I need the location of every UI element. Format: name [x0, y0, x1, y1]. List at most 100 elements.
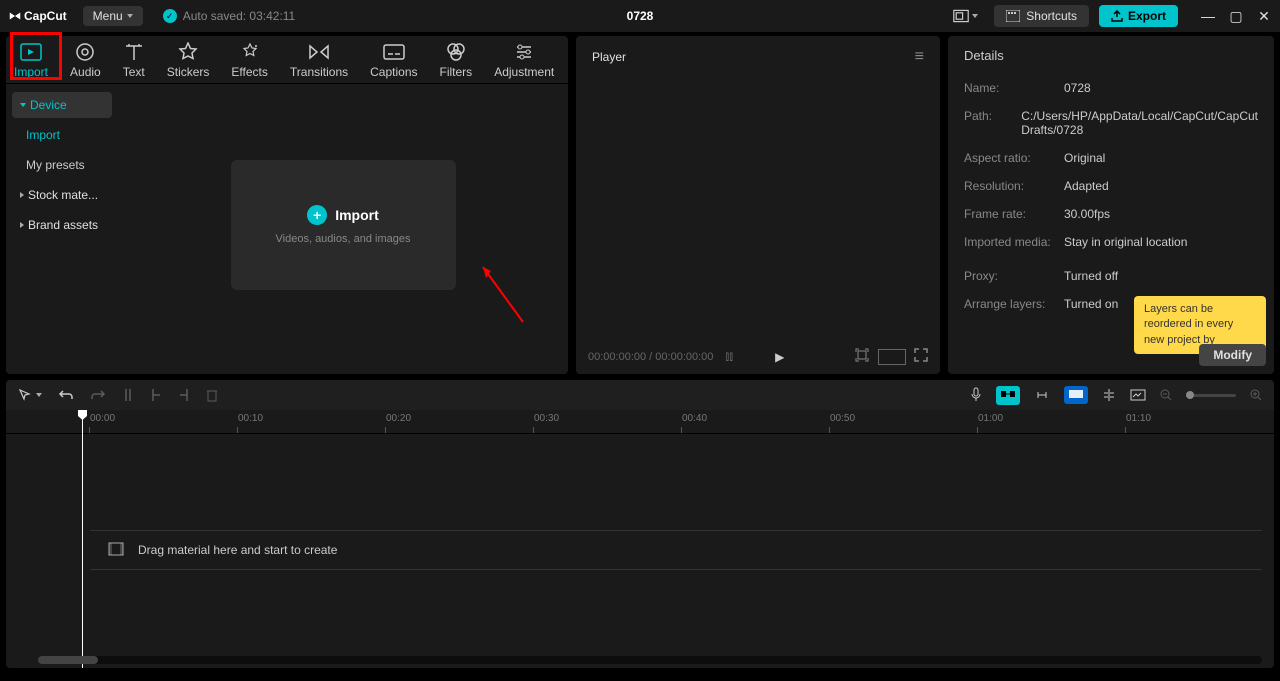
tab-label: Stickers [167, 65, 210, 79]
selection-tool[interactable] [18, 388, 42, 402]
aspect-ratio-button[interactable] [947, 6, 984, 26]
main-track[interactable]: Drag material here and start to create [90, 530, 1262, 570]
detail-label: Arrange layers: [964, 297, 1064, 311]
sidebar-label: Stock mate... [28, 188, 98, 202]
trim-left-button[interactable] [150, 388, 162, 402]
import-title: Import [335, 207, 379, 223]
app-name: CapCut [24, 9, 67, 23]
tab-captions[interactable]: Captions [370, 41, 417, 79]
minimize-button[interactable]: — [1200, 8, 1216, 25]
shortcuts-label: Shortcuts [1026, 9, 1077, 23]
keyboard-icon [1006, 10, 1020, 22]
detail-value: Original [1064, 151, 1258, 165]
modify-button[interactable]: Modify [1199, 344, 1266, 366]
tab-label: Effects [231, 65, 267, 79]
shortcuts-button[interactable]: Shortcuts [994, 5, 1089, 27]
scrollbar-thumb[interactable] [38, 656, 98, 664]
tab-adjustment[interactable]: Adjustment [494, 41, 554, 79]
tab-audio[interactable]: Audio [70, 41, 101, 79]
app-logo: CapCut [8, 9, 67, 23]
close-button[interactable]: ✕ [1256, 8, 1272, 25]
playhead[interactable] [82, 410, 83, 668]
chevron-down-icon [972, 14, 978, 18]
maximize-button[interactable]: ▢ [1228, 8, 1244, 25]
media-panel: Import Audio Text Stickers Effects Trans… [6, 36, 568, 374]
ruler-tick: 00:20 [386, 413, 411, 424]
cover-button[interactable] [1130, 389, 1146, 401]
import-dropzone[interactable]: + Import Videos, audios, and images [231, 160, 456, 290]
details-title: Details [964, 48, 1258, 63]
chevron-right-icon [20, 192, 24, 198]
player-panel: Player ≡ 00:00:00:00 / 00:00:00:00 ⫾⫾ ▶ [576, 36, 940, 374]
tab-effects[interactable]: Effects [231, 41, 267, 79]
snap-toggle[interactable] [996, 386, 1020, 405]
detail-value: Adapted [1064, 179, 1258, 193]
player-menu-icon[interactable]: ≡ [915, 48, 924, 66]
detail-label: Frame rate: [964, 207, 1064, 221]
scale-icon[interactable] [854, 347, 870, 366]
export-button[interactable]: Export [1099, 5, 1178, 27]
sidebar-item-stock[interactable]: Stock mate... [12, 182, 112, 208]
ruler-tick: 01:10 [1126, 413, 1151, 424]
fullscreen-icon[interactable] [914, 348, 928, 365]
ruler-tick: 00:00 [90, 413, 115, 424]
menu-button[interactable]: Menu [83, 6, 143, 26]
effects-icon [240, 41, 260, 63]
ruler-tick: 00:10 [238, 413, 263, 424]
delete-button[interactable] [206, 388, 218, 402]
detail-value: 30.00fps [1064, 207, 1258, 221]
sidebar-item-presets[interactable]: My presets [12, 152, 112, 178]
annotation-arrow [473, 262, 533, 332]
timeline-scrollbar[interactable] [38, 656, 1262, 664]
chevron-right-icon [20, 222, 24, 228]
tab-text[interactable]: Text [123, 41, 145, 79]
detail-value: 0728 [1064, 81, 1258, 95]
tab-stickers[interactable]: Stickers [167, 41, 210, 79]
sidebar-item-device[interactable]: Device [12, 92, 112, 118]
zoom-in-button[interactable] [1250, 389, 1262, 401]
timeline[interactable]: 00:00 00:10 00:20 00:30 00:40 00:50 01:0… [6, 410, 1274, 668]
zoom-slider[interactable] [1186, 394, 1236, 397]
trim-right-button[interactable] [178, 388, 190, 402]
sidebar-item-import[interactable]: Import [12, 122, 112, 148]
align-toggle[interactable] [1102, 388, 1116, 402]
mic-button[interactable] [970, 387, 982, 403]
project-title[interactable]: 0728 [627, 9, 654, 23]
detail-label: Name: [964, 81, 1064, 95]
audio-wave-icon[interactable]: ⫾⫾ [725, 349, 733, 364]
sidebar-label: Brand assets [28, 218, 98, 232]
sidebar-item-brand[interactable]: Brand assets [12, 212, 112, 238]
zoom-out-button[interactable] [1160, 389, 1172, 401]
detail-label: Resolution: [964, 179, 1064, 193]
ruler-tick: 00:40 [682, 413, 707, 424]
tab-filters[interactable]: Filters [440, 41, 473, 79]
undo-button[interactable] [58, 388, 74, 402]
player-title: Player [592, 50, 626, 64]
menu-label: Menu [93, 9, 123, 23]
tab-transitions[interactable]: Transitions [290, 41, 348, 79]
tab-label: Text [123, 65, 145, 79]
tab-label: Audio [70, 65, 101, 79]
video-track-icon [108, 542, 124, 559]
play-button[interactable]: ▶ [775, 350, 784, 364]
stickers-icon [178, 41, 198, 63]
adjustment-icon [514, 41, 534, 63]
detail-value: Turned off [1064, 269, 1258, 283]
import-icon [20, 41, 42, 63]
import-subtitle: Videos, audios, and images [276, 233, 411, 245]
aspect-icon [953, 9, 969, 23]
detail-label: Imported media: [964, 235, 1064, 249]
timecode: 00:00:00:00 / 00:00:00:00 [588, 351, 713, 363]
split-button[interactable] [122, 388, 134, 402]
preview-toggle[interactable] [1064, 386, 1088, 404]
detail-label: Aspect ratio: [964, 151, 1064, 165]
ruler-tick: 01:00 [978, 413, 1003, 424]
tab-import[interactable]: Import [14, 41, 48, 79]
link-toggle[interactable] [1034, 389, 1050, 401]
ratio-display[interactable] [878, 349, 906, 365]
redo-button[interactable] [90, 388, 106, 402]
sidebar-label: My presets [26, 158, 85, 172]
details-panel: Details Name:0728 Path:C:/Users/HP/AppDa… [948, 36, 1274, 374]
plus-icon: + [307, 205, 327, 225]
timeline-ruler[interactable]: 00:00 00:10 00:20 00:30 00:40 00:50 01:0… [6, 410, 1274, 434]
